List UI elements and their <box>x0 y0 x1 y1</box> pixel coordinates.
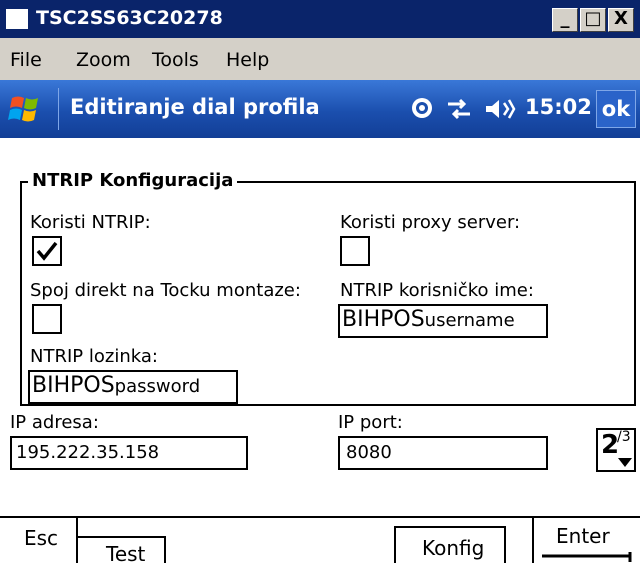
device-title-bar: Editiranje dial profila 15:02 ok <box>0 80 640 138</box>
page-total: /3 <box>617 429 631 445</box>
username-value: BIHPOS <box>342 307 425 332</box>
checkmark-icon <box>36 241 58 261</box>
window-title: TSC2SS63C20278 <box>36 7 223 29</box>
konfig-button[interactable]: Konfig <box>394 526 506 563</box>
window-title-bar: TSC2SS63C20278 _ □ X <box>0 0 640 38</box>
clock-time: 15:02 <box>525 95 592 119</box>
esc-button[interactable]: Esc <box>0 518 76 563</box>
maximize-button[interactable]: □ <box>580 8 606 32</box>
esc-label: Esc <box>24 526 59 550</box>
use-ntrip-checkbox[interactable] <box>32 236 62 266</box>
username-hint: username <box>424 310 515 331</box>
enter-button[interactable]: Enter <box>534 518 640 563</box>
password-value: BIHPOS <box>32 373 115 398</box>
ip-port-field[interactable]: 8080 <box>338 436 548 470</box>
menu-bar: File Zoom Tools Help <box>0 38 640 80</box>
use-proxy-checkbox[interactable] <box>340 236 370 266</box>
title-separator <box>58 88 59 130</box>
ok-button[interactable]: ok <box>596 90 636 128</box>
close-button[interactable]: X <box>608 8 634 32</box>
speaker-icon[interactable] <box>484 97 516 121</box>
screen-title: Editiranje dial profila <box>70 95 320 119</box>
direct-mount-label: Spoj direkt na Tocku montaze: <box>30 280 301 301</box>
use-proxy-label: Koristi proxy server: <box>340 212 521 233</box>
windows-start-icon[interactable] <box>6 92 50 126</box>
menu-zoom[interactable]: Zoom <box>76 49 131 71</box>
password-field[interactable]: BIHPOSpassword <box>28 370 238 404</box>
ntrip-group-title: NTRIP Konfiguracija <box>28 170 238 191</box>
page-indicator-button[interactable]: 2 /3 <box>596 428 636 472</box>
username-field[interactable]: BIHPOSusername <box>338 304 548 338</box>
test-label: Test <box>106 542 146 566</box>
page-down-arrow-icon <box>618 458 632 467</box>
menu-file[interactable]: File <box>10 49 42 71</box>
password-label: NTRIP lozinka: <box>30 346 158 367</box>
enter-label: Enter <box>556 524 610 548</box>
window-app-icon <box>6 9 28 29</box>
enter-underline-icon <box>542 552 632 562</box>
connectivity-icon[interactable] <box>410 96 434 120</box>
menu-tools[interactable]: Tools <box>152 49 199 71</box>
username-label: NTRIP korisničko ime: <box>340 280 534 301</box>
ip-port-label: IP port: <box>338 412 403 433</box>
menu-help[interactable]: Help <box>226 49 269 71</box>
minimize-button[interactable]: _ <box>552 8 578 32</box>
password-hint: password <box>114 376 201 397</box>
direct-mount-checkbox[interactable] <box>32 304 62 334</box>
ip-address-label: IP adresa: <box>10 412 99 433</box>
test-button[interactable]: Test <box>78 536 166 566</box>
sync-arrows-icon[interactable] <box>446 98 472 120</box>
konfig-label: Konfig <box>422 536 485 560</box>
ip-address-field[interactable]: 195.222.35.158 <box>10 436 248 470</box>
use-ntrip-label: Koristi NTRIP: <box>30 212 151 233</box>
